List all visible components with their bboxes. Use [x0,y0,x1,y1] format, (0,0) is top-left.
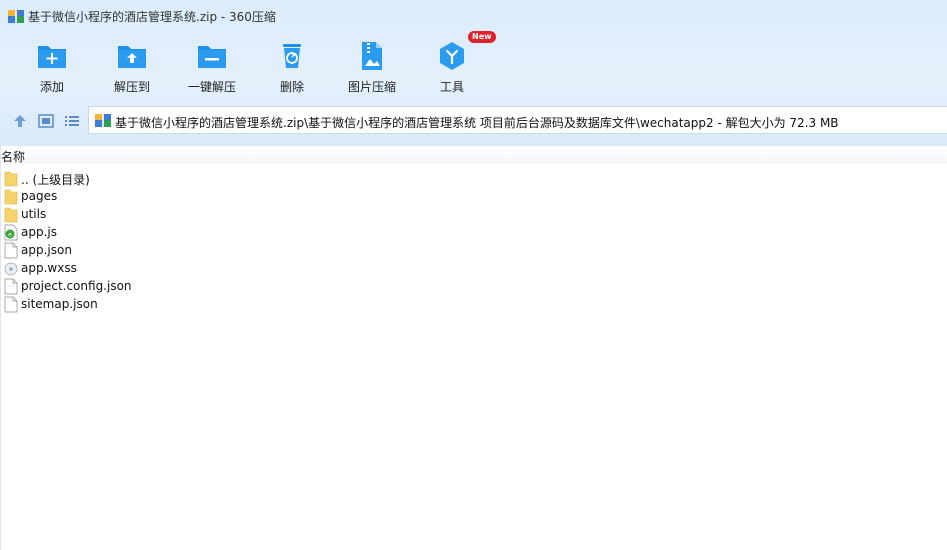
tools-label: 工具 [439,80,464,94]
tools-icon [440,42,464,70]
path-bar[interactable]: 基于微信小程序的酒店管理系统.zip\基于微信小程序的酒店管理系统 项目前后台源… [88,106,947,134]
up-arrow-icon[interactable] [12,113,28,129]
extract-to-button[interactable]: 解压到 [92,36,172,100]
list-item[interactable]: utils [0,206,300,224]
window-title: 基于微信小程序的酒店管理系统.zip - 360压缩 [28,10,276,24]
list-item[interactable]: project.config.json [0,278,300,296]
disc-file-icon [4,262,18,276]
path-text: 基于微信小程序的酒店管理系统.zip\基于微信小程序的酒店管理系统 项目前后台源… [115,116,839,130]
navigation-row: 基于微信小程序的酒店管理系统.zip\基于微信小程序的酒店管理系统 项目前后台源… [0,105,947,137]
document-icon [4,296,18,313]
folder-icon [4,207,18,223]
extract-to-icon [118,46,146,68]
add-folder-icon [38,46,66,68]
tools-button[interactable]: New 工具 [412,31,496,100]
javascript-file-icon: e [4,224,18,241]
title-bar: 基于微信小程序的酒店管理系统.zip - 360压缩 [0,0,947,30]
window-chrome: 基于微信小程序的酒店管理系统.zip - 360压缩 添加 解压到 一键解压 删… [0,0,947,146]
file-name: sitemap.json [21,297,98,311]
add-button[interactable]: 添加 [12,36,92,100]
list-item[interactable]: app.json [0,242,300,260]
extract-to-label: 解压到 [113,80,150,94]
thumbnail-view-icon[interactable] [38,113,54,129]
folder-icon [4,171,18,187]
svg-text:e: e [8,232,12,239]
image-compress-label: 图片压缩 [347,80,396,94]
image-compress-icon [362,42,382,70]
file-name: pages [21,189,58,203]
one-click-extract-icon [198,46,226,68]
list-item[interactable]: e app.js [0,224,300,242]
list-view-icon[interactable] [64,113,80,129]
list-item[interactable]: app.wxss [0,260,300,278]
list-item[interactable]: .. (上级目录) [0,170,300,188]
name-column-label: 名称 [1,150,26,164]
zip-archive-icon [95,113,111,127]
recycle-bin-icon [283,44,301,68]
list-item[interactable]: sitemap.json [0,296,300,314]
file-name: utils [21,207,47,221]
delete-button[interactable]: 删除 [252,36,332,100]
folder-icon [4,189,18,205]
name-column-header[interactable]: 名称 [0,146,947,164]
new-badge: New [468,31,496,43]
file-name: .. (上级目录) [21,173,90,187]
file-name: app.wxss [21,261,77,275]
file-name: project.config.json [21,279,132,293]
document-icon [4,278,18,295]
image-compress-button[interactable]: 图片压缩 [332,36,412,100]
file-name: app.json [21,243,72,257]
file-name: app.js [21,225,57,239]
add-label: 添加 [39,80,64,94]
one-click-extract-button[interactable]: 一键解压 [172,36,252,100]
zip-archive-icon [8,9,24,23]
list-left-border [0,146,1,550]
one-click-extract-label: 一键解压 [187,80,236,94]
document-icon [4,242,18,259]
delete-label: 删除 [279,80,304,94]
list-item[interactable]: pages [0,188,300,206]
